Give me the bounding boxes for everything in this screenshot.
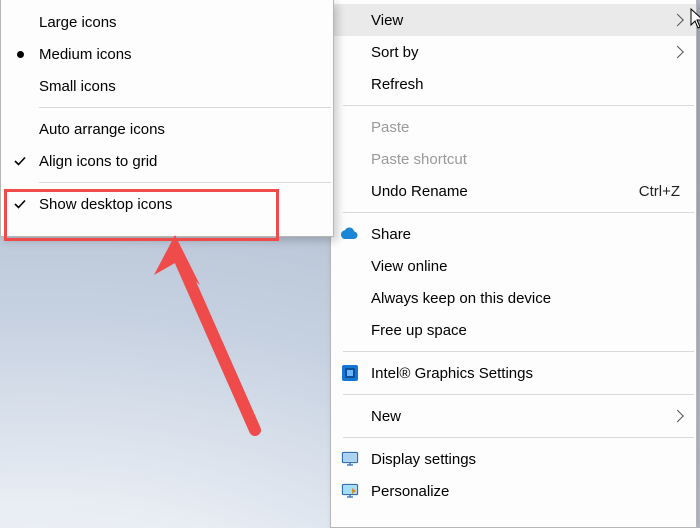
menu-item-label: View — [371, 12, 403, 29]
chevron-right-icon — [671, 14, 684, 27]
menu-item-label: Paste — [371, 119, 409, 136]
checkmark-icon — [11, 195, 29, 213]
menu-item-shortcut: Ctrl+Z — [639, 183, 680, 200]
intel-graphics-icon — [341, 364, 359, 382]
menu-item-label: Small icons — [39, 78, 116, 95]
menu-item-new[interactable]: New — [331, 400, 696, 432]
menu-item-label: Medium icons — [39, 46, 132, 63]
menu-separator — [343, 437, 694, 438]
menu-separator — [343, 351, 694, 352]
menu-separator — [39, 182, 331, 183]
menu-item-label: Large icons — [39, 14, 117, 31]
submenu-item-large-icons[interactable]: Large icons — [1, 6, 333, 38]
personalize-icon — [341, 482, 359, 500]
menu-item-label: Auto arrange icons — [39, 121, 165, 138]
chevron-right-icon — [671, 410, 684, 423]
chevron-right-icon — [671, 46, 684, 59]
menu-separator — [39, 107, 331, 108]
menu-item-label: Free up space — [371, 322, 467, 339]
submenu-item-small-icons[interactable]: Small icons — [1, 70, 333, 102]
menu-item-always-keep[interactable]: Always keep on this device — [331, 282, 696, 314]
menu-item-intel-graphics[interactable]: Intel® Graphics Settings — [331, 357, 696, 389]
menu-item-label: Intel® Graphics Settings — [371, 365, 533, 382]
view-submenu: Large icons Medium icons Small icons Aut… — [0, 0, 334, 237]
cloud-share-icon — [341, 225, 359, 243]
checkmark-icon — [11, 152, 29, 170]
menu-item-label: View online — [371, 258, 447, 275]
menu-item-label: Share — [371, 226, 411, 243]
menu-item-refresh[interactable]: Refresh — [331, 68, 696, 100]
desktop-context-menu: View Sort by Refresh Paste Paste shortcu… — [330, 0, 697, 528]
menu-item-label: Always keep on this device — [371, 290, 551, 307]
menu-item-view-online[interactable]: View online — [331, 250, 696, 282]
menu-item-free-up-space[interactable]: Free up space — [331, 314, 696, 346]
menu-separator — [343, 394, 694, 395]
menu-item-label: Personalize — [371, 483, 449, 500]
menu-item-undo-rename[interactable]: Undo Rename Ctrl+Z — [331, 175, 696, 207]
submenu-item-auto-arrange[interactable]: Auto arrange icons — [1, 113, 333, 145]
menu-item-personalize[interactable]: Personalize — [331, 475, 696, 507]
submenu-item-medium-icons[interactable]: Medium icons — [1, 38, 333, 70]
menu-item-label: Show desktop icons — [39, 196, 172, 213]
menu-item-label: Align icons to grid — [39, 153, 157, 170]
submenu-item-show-desktop-icons[interactable]: Show desktop icons — [1, 188, 333, 220]
menu-item-paste: Paste — [331, 111, 696, 143]
radio-selected-icon — [11, 45, 29, 63]
menu-separator — [343, 212, 694, 213]
menu-item-label: Refresh — [371, 76, 424, 93]
menu-item-share[interactable]: Share — [331, 218, 696, 250]
menu-item-label: New — [371, 408, 401, 425]
menu-item-label: Sort by — [371, 44, 419, 61]
menu-item-label: Paste shortcut — [371, 151, 467, 168]
menu-separator — [343, 105, 694, 106]
menu-item-paste-shortcut: Paste shortcut — [331, 143, 696, 175]
menu-item-view[interactable]: View — [331, 4, 696, 36]
submenu-item-align-to-grid[interactable]: Align icons to grid — [1, 145, 333, 177]
menu-item-label: Undo Rename — [371, 183, 468, 200]
monitor-icon — [341, 450, 359, 468]
menu-item-sort-by[interactable]: Sort by — [331, 36, 696, 68]
menu-item-label: Display settings — [371, 451, 476, 468]
menu-item-display-settings[interactable]: Display settings — [331, 443, 696, 475]
